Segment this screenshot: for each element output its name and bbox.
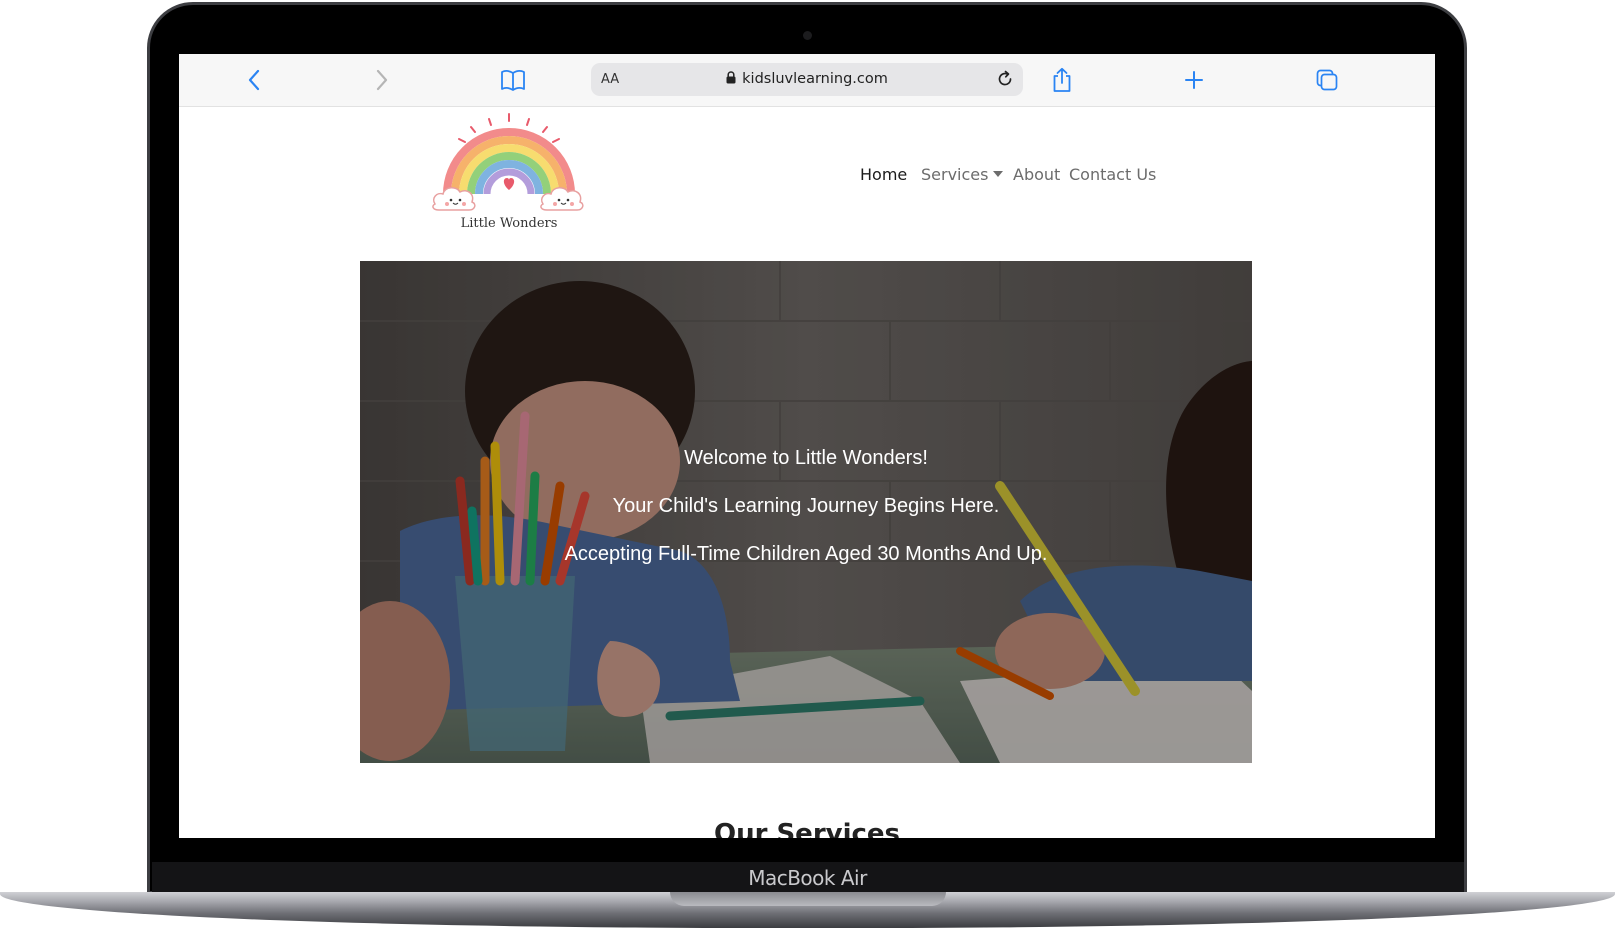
chevron-right-icon[interactable] bbox=[367, 65, 397, 95]
address-bar[interactable]: AA kidsluvlearning.com bbox=[591, 63, 1023, 96]
reload-icon[interactable] bbox=[995, 69, 1015, 93]
site-logo[interactable]: Little Wonders bbox=[429, 112, 589, 231]
device-label: MacBook Air bbox=[748, 866, 867, 890]
hero-heading: Welcome to Little Wonders! bbox=[684, 447, 928, 469]
chevron-left-icon[interactable] bbox=[239, 65, 269, 95]
browser-toolbar: AA kidsluvlearning.com bbox=[179, 54, 1435, 107]
lock-icon bbox=[726, 71, 736, 88]
book-icon[interactable] bbox=[498, 65, 528, 95]
section-title: Our Services bbox=[713, 819, 901, 838]
nav-about[interactable]: About bbox=[1013, 165, 1060, 184]
hero-banner: Welcome to Little Wonders! Your Child's … bbox=[360, 261, 1252, 763]
logo-text: Little Wonders bbox=[461, 216, 558, 230]
nav-contact[interactable]: Contact Us bbox=[1069, 165, 1156, 184]
nav-services-label: Services bbox=[921, 165, 989, 184]
browser-screen: AA kidsluvlearning.com Little Wonders Ho… bbox=[179, 54, 1435, 838]
laptop-notch bbox=[670, 892, 946, 906]
tabs-icon[interactable] bbox=[1312, 65, 1342, 95]
nav-home[interactable]: Home bbox=[860, 165, 907, 184]
camera bbox=[803, 31, 812, 40]
plus-icon[interactable] bbox=[1179, 65, 1209, 95]
share-icon[interactable] bbox=[1047, 65, 1077, 95]
caret-down-icon bbox=[993, 171, 1004, 177]
hero-subheading: Your Child's Learning Journey Begins Her… bbox=[612, 495, 1000, 517]
nav-services[interactable]: Services bbox=[921, 165, 1004, 184]
url-text: kidsluvlearning.com bbox=[742, 71, 888, 87]
hero-enrollment-note: Accepting Full-Time Children Aged 30 Mon… bbox=[564, 543, 1048, 565]
